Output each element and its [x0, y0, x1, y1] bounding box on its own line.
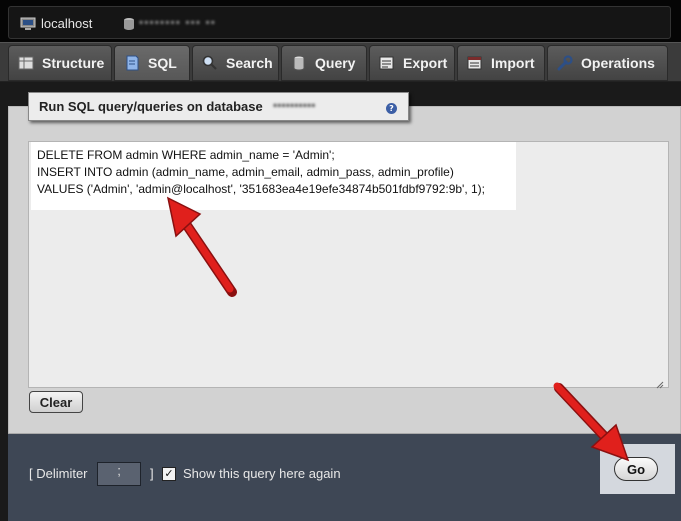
tab-label: Operations	[581, 55, 655, 71]
query-legend: Run SQL query/queries on database ▪▪▪▪▪▪…	[28, 92, 409, 121]
sql-line: INSERT INTO admin (admin_name, admin_ema…	[37, 165, 454, 179]
query-icon	[290, 54, 308, 72]
breadcrumb: localhost ▪▪▪▪▪▪▪▪ ▪▪▪ ▪▪	[8, 6, 671, 39]
tab-import[interactable]: Import	[457, 45, 545, 81]
tab-sql[interactable]: SQL	[114, 45, 190, 81]
sql-query-text: DELETE FROM admin WHERE admin_name = 'Ad…	[31, 142, 516, 210]
server-icon	[20, 16, 36, 35]
tab-label: Structure	[42, 55, 105, 71]
tab-search[interactable]: Search	[192, 45, 279, 81]
clear-button[interactable]: Clear	[29, 391, 83, 413]
server-link[interactable]: localhost	[41, 16, 92, 31]
sql-query-textarea[interactable]: DELETE FROM admin WHERE admin_name = 'Ad…	[28, 141, 669, 389]
tab-bar: Structure SQL Search Query Export Import	[0, 42, 681, 82]
resize-grip-icon[interactable]	[655, 374, 664, 389]
top-bar: localhost ▪▪▪▪▪▪▪▪ ▪▪▪ ▪▪	[0, 0, 681, 42]
tab-operations[interactable]: Operations	[547, 45, 668, 81]
database-link[interactable]: ▪▪▪▪▪▪▪▪ ▪▪▪ ▪▪	[139, 15, 216, 29]
tab-label: Search	[226, 55, 273, 71]
tab-label: Query	[315, 55, 356, 71]
sql-line: DELETE FROM admin WHERE admin_name = 'Ad…	[37, 148, 335, 162]
legend-title: Run SQL query/queries on database	[39, 99, 263, 114]
structure-icon	[17, 54, 35, 72]
show-query-checkbox[interactable]: ✓	[162, 467, 176, 481]
tab-export[interactable]: Export	[369, 45, 455, 81]
tab-label: SQL	[148, 55, 177, 71]
go-button-area: Go	[600, 444, 675, 494]
tab-query[interactable]: Query	[281, 45, 367, 81]
delimiter-input[interactable]: ;	[97, 462, 141, 486]
export-icon	[378, 54, 396, 72]
show-query-label[interactable]: Show this query here again	[183, 466, 341, 481]
query-options-bar: [ Delimiter ; ] ✓ Show this query here a…	[8, 433, 681, 521]
database-icon	[123, 16, 135, 35]
search-icon	[201, 54, 219, 72]
tab-label: Export	[403, 55, 448, 71]
wrench-icon	[556, 54, 574, 72]
tab-label: Import	[491, 55, 535, 71]
legend-database-name: ▪▪▪▪▪▪▪▪▪▪	[273, 98, 316, 112]
go-button[interactable]: Go	[614, 457, 658, 481]
import-icon	[466, 54, 484, 72]
delimiter-label: [ Delimiter	[29, 466, 88, 481]
help-icon[interactable]: ?	[386, 103, 397, 114]
sql-line: VALUES ('Admin', 'admin@localhost', '351…	[37, 182, 486, 196]
sql-icon	[123, 54, 141, 72]
tab-structure[interactable]: Structure	[8, 45, 112, 81]
delimiter-bracket: ]	[150, 466, 154, 481]
